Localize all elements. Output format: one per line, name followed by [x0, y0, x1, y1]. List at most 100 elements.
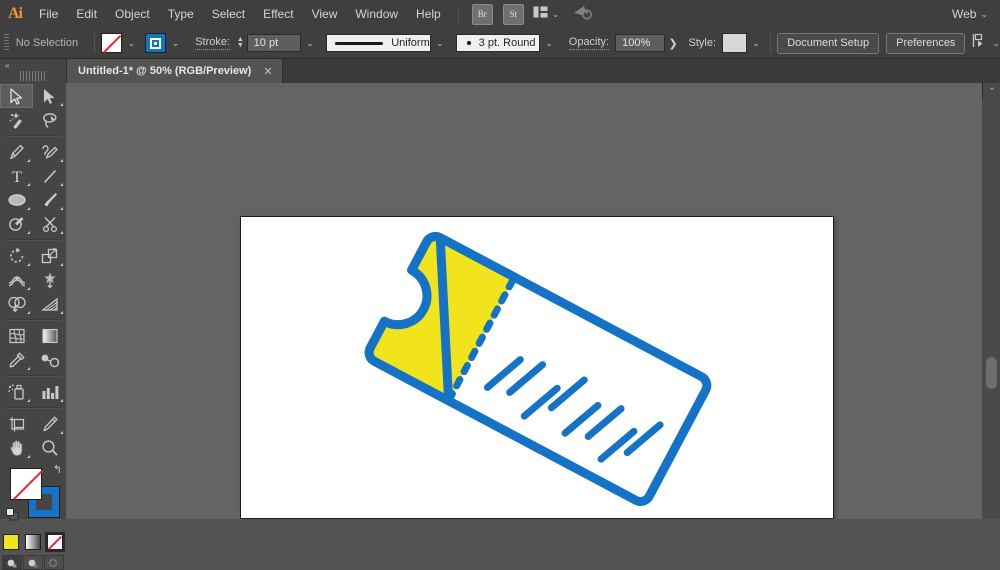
opacity-options-button[interactable]: ❯	[665, 34, 680, 52]
scale-tool[interactable]	[33, 244, 66, 268]
document-canvas[interactable]	[66, 83, 982, 519]
hand-tool[interactable]	[0, 436, 33, 460]
toolbar-divider	[6, 407, 60, 409]
vertical-scrollbar[interactable]	[982, 99, 1000, 519]
eyedropper-tool[interactable]	[0, 348, 33, 372]
stroke-weight-stepper[interactable]: ▲ ▼	[236, 34, 245, 52]
fill-dropdown-chevron-down-icon[interactable]: ⌄	[123, 33, 139, 53]
default-fill-stroke-icon[interactable]	[6, 508, 19, 521]
arrange-documents-button[interactable]: ⌄	[533, 5, 560, 23]
blend-tool[interactable]	[33, 348, 66, 372]
line-segment-tool[interactable]	[33, 164, 66, 188]
fill-color-swatch[interactable]	[101, 33, 122, 53]
perspective-grid-tool[interactable]	[33, 292, 66, 316]
bridge-button[interactable]: Br	[472, 4, 493, 25]
ticket-illustration[interactable]	[241, 217, 835, 519]
graphic-style-swatch[interactable]	[722, 33, 747, 53]
menu-item-effect[interactable]: Effect	[254, 0, 302, 28]
workspace-switcher[interactable]: Web ⌄	[952, 7, 1000, 21]
stroke-weight-label[interactable]: Stroke:	[195, 36, 230, 50]
selection-status: No Selection	[14, 37, 88, 49]
brush-definition-chevron-down-icon[interactable]: ⌄	[541, 33, 557, 53]
gradient-swatch[interactable]	[25, 534, 41, 550]
document-setup-button[interactable]: Document Setup	[777, 33, 879, 54]
menu-item-type[interactable]: Type	[159, 0, 203, 28]
preferences-button[interactable]: Preferences	[886, 33, 965, 54]
workspace-label: Web	[952, 7, 976, 21]
style-chevron-down-icon[interactable]: ⌄	[748, 33, 764, 53]
width-tool[interactable]	[0, 268, 33, 292]
menu-item-edit[interactable]: Edit	[67, 0, 106, 28]
shaper-tool[interactable]	[0, 212, 33, 236]
menu-item-window[interactable]: Window	[346, 0, 407, 28]
menu-item-file[interactable]: File	[30, 0, 67, 28]
stroke-profile-value: Uniform	[391, 37, 430, 49]
flyout-indicator-icon	[60, 103, 63, 106]
selection-tool[interactable]	[0, 84, 33, 108]
close-icon[interactable]: ✕	[263, 65, 272, 78]
pen-tool[interactable]	[0, 140, 33, 164]
symbol-sprayer-tool[interactable]	[0, 380, 33, 404]
cloud-sync-icon[interactable]	[573, 4, 593, 25]
lasso-tool[interactable]	[33, 108, 66, 132]
gradient-tool[interactable]	[33, 324, 66, 348]
mesh-tool[interactable]	[0, 324, 33, 348]
control-bar-grip[interactable]	[4, 34, 9, 52]
tools-panel: «	[0, 59, 67, 519]
artboard[interactable]	[240, 216, 834, 519]
column-graph-tool[interactable]	[33, 380, 66, 404]
flyout-indicator-icon	[60, 159, 63, 162]
toolbar-divider	[6, 135, 60, 137]
stock-button[interactable]: St	[503, 4, 524, 25]
tool-row	[0, 380, 66, 404]
control-divider	[94, 33, 95, 53]
stroke-profile-select[interactable]: Uniform	[326, 34, 431, 52]
paintbrush-tool[interactable]	[33, 188, 66, 212]
stroke-dropdown-chevron-down-icon[interactable]: ⌄	[167, 33, 183, 53]
magic-wand-tool[interactable]	[0, 108, 33, 132]
stroke-weight-input[interactable]: 10 pt	[247, 34, 301, 52]
flyout-indicator-icon	[60, 231, 63, 234]
menu-item-select[interactable]: Select	[203, 0, 254, 28]
document-tab[interactable]: Untitled-1* @ 50% (RGB/Preview) ✕	[66, 59, 283, 83]
menu-item-help[interactable]: Help	[407, 0, 450, 28]
swap-fill-stroke-icon[interactable]: ↰	[53, 465, 62, 476]
fill-none-swatch[interactable]	[10, 468, 42, 500]
free-transform-tool[interactable]	[33, 268, 66, 292]
direct-selection-tool[interactable]	[33, 84, 66, 108]
rotate-tool[interactable]	[0, 244, 33, 268]
stroke-color-swatch[interactable]	[145, 33, 166, 53]
opacity-label[interactable]: Opacity:	[569, 36, 609, 50]
opacity-input[interactable]: 100%	[615, 34, 665, 52]
brush-definition-select[interactable]: 3 pt. Round	[456, 34, 540, 52]
flyout-indicator-icon	[27, 231, 30, 234]
expand-panels-chevron-up-icon[interactable]: ⌃	[983, 83, 1000, 99]
stroke-profile-chevron-down-icon[interactable]: ⌄	[432, 33, 448, 53]
shape-builder-tool[interactable]	[0, 292, 33, 316]
draw-normal-mode-button[interactable]	[2, 555, 22, 570]
toolbar-grip[interactable]	[20, 71, 46, 81]
stroke-weight-chevron-down-icon[interactable]: ⌄	[302, 33, 318, 53]
style-label: Style:	[689, 37, 717, 50]
draw-behind-mode-button[interactable]	[23, 555, 43, 570]
ellipse-tool[interactable]	[0, 188, 33, 212]
none-swatch[interactable]	[47, 534, 63, 550]
menu-item-object[interactable]: Object	[106, 0, 159, 28]
curvature-tool[interactable]	[33, 140, 66, 164]
slice-tool[interactable]	[33, 412, 66, 436]
align-to-button[interactable]: ⌄	[972, 33, 1000, 53]
toolbar-collapse-button[interactable]: «	[0, 59, 66, 71]
color-swatch[interactable]	[3, 534, 19, 550]
tool-row	[0, 436, 66, 460]
tool-row	[0, 268, 66, 292]
uniform-profile-icon	[335, 42, 383, 45]
flyout-indicator-icon	[27, 287, 30, 290]
vertical-scrollbar-thumb[interactable]	[986, 357, 997, 389]
zoom-tool[interactable]	[33, 436, 66, 460]
artboard-tool[interactable]	[0, 412, 33, 436]
menu-item-view[interactable]: View	[303, 0, 347, 28]
type-tool[interactable]: T	[0, 164, 33, 188]
tool-row: T	[0, 164, 66, 188]
scissors-tool[interactable]	[33, 212, 66, 236]
draw-inside-mode-button[interactable]	[44, 555, 64, 570]
